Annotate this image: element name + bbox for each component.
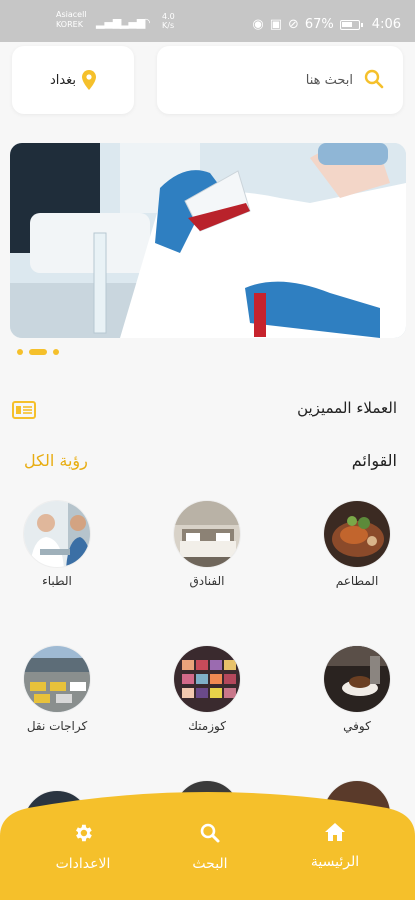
search-input[interactable] bbox=[233, 68, 353, 92]
notification-icon: ▣ bbox=[269, 17, 282, 32]
lists-title: القوائم bbox=[351, 451, 397, 470]
category-transport-garages[interactable]: كراجات نقل bbox=[11, 645, 103, 733]
category-label: كوفي bbox=[343, 719, 371, 733]
network-speed: 4.0 K/s bbox=[162, 12, 175, 30]
status-right: ◉ ▣ ⊘ 67% 4:06 bbox=[252, 17, 401, 32]
carrier-names: Asiacell KOREK bbox=[56, 10, 87, 29]
transport-garage-photo bbox=[23, 645, 91, 713]
nav-home[interactable]: الرئيسية bbox=[290, 822, 380, 870]
category-label: كراجات نقل bbox=[26, 719, 88, 733]
location-pin-icon bbox=[82, 70, 97, 90]
see-all-link[interactable]: رؤية الكل bbox=[24, 451, 88, 470]
location-city: بغداد bbox=[49, 72, 77, 88]
clock: 4:06 bbox=[371, 17, 401, 32]
category-cosmetics[interactable]: كوزمتك bbox=[161, 645, 253, 733]
nav-settings-label: الاعدادات bbox=[55, 856, 111, 872]
signal-icon: ▂▄▆ bbox=[96, 16, 122, 29]
category-coffee[interactable]: كوفي bbox=[311, 645, 403, 733]
carousel-dot-active[interactable] bbox=[29, 349, 47, 355]
search-icon[interactable] bbox=[363, 68, 385, 90]
eye-icon: ◉ bbox=[252, 17, 264, 32]
nav-home-label: الرئيسية bbox=[310, 854, 360, 870]
carousel-dot[interactable] bbox=[17, 349, 23, 355]
nav-search-label: البحث bbox=[192, 856, 228, 872]
featured-clients-title: العملاء المميزين bbox=[297, 399, 397, 417]
gear-icon bbox=[76, 824, 92, 842]
nav-search[interactable]: البحث bbox=[165, 822, 255, 872]
category-restaurants[interactable]: المطاعم bbox=[311, 500, 403, 588]
wifi-icon: ◠ bbox=[141, 16, 151, 29]
search-icon bbox=[200, 823, 220, 843]
carousel-indicator bbox=[17, 349, 59, 355]
nav-settings[interactable]: الاعدادات bbox=[38, 822, 128, 872]
doctor-photo bbox=[23, 500, 91, 568]
battery-percent: 67% bbox=[304, 17, 334, 32]
status-bar: Asiacell KOREK ▂▄▆ ▂▄▆ ◠ 4.0 K/s ◉ ▣ ⊘ 6… bbox=[0, 0, 415, 42]
category-label: الفنادق bbox=[189, 574, 225, 588]
restaurant-food-photo bbox=[323, 500, 391, 568]
search-bar[interactable] bbox=[157, 46, 403, 114]
lab-scientist-photo bbox=[10, 143, 406, 338]
category-label: المطاعم bbox=[335, 574, 379, 588]
category-hotels[interactable]: الفنادق bbox=[161, 500, 253, 588]
carousel-dot[interactable] bbox=[53, 349, 59, 355]
alarm-icon: ⊘ bbox=[287, 17, 299, 32]
card-icon[interactable] bbox=[12, 401, 36, 419]
category-label: الطباء bbox=[42, 574, 72, 588]
promo-banner[interactable] bbox=[10, 143, 406, 338]
location-selector[interactable]: بغداد bbox=[12, 46, 134, 114]
cosmetics-palette-photo bbox=[173, 645, 241, 713]
hotel-room-photo bbox=[173, 500, 241, 568]
coffee-photo bbox=[323, 645, 391, 713]
battery-icon bbox=[339, 19, 363, 30]
category-label: كوزمتك bbox=[188, 719, 226, 733]
category-doctors[interactable]: الطباء bbox=[11, 500, 103, 588]
home-icon bbox=[325, 823, 345, 841]
